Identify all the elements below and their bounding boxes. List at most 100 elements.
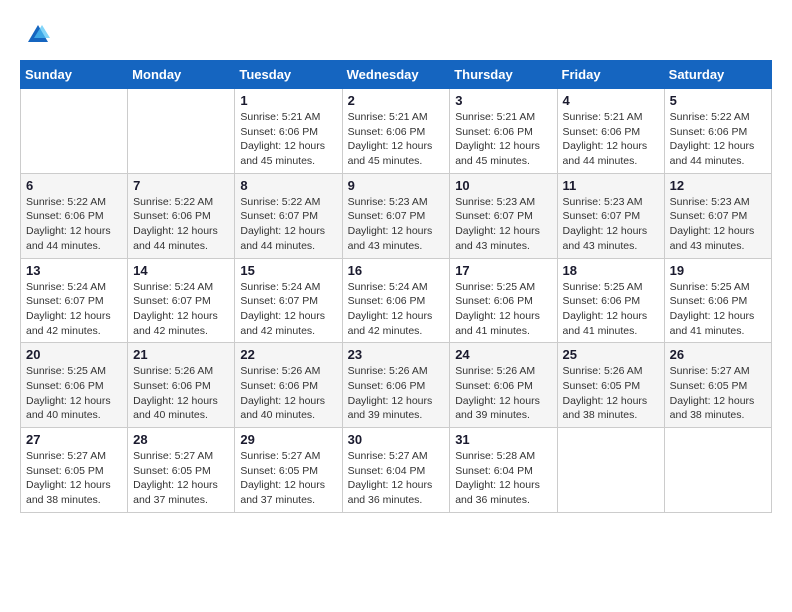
calendar-cell: 25Sunrise: 5:26 AMSunset: 6:05 PMDayligh… (557, 343, 664, 428)
calendar-cell: 9 Sunrise: 5:23 AMSunset: 6:07 PMDaylight… (342, 173, 450, 258)
day-number: 29 (240, 432, 336, 447)
day-number: 30 (348, 432, 445, 447)
day-number: 20 (26, 347, 122, 362)
day-number: 1 (240, 93, 336, 108)
day-info: Sunrise: 5:22 AMSunset: 6:06 PMDaylight:… (670, 110, 766, 169)
day-info: Sunrise: 5:27 AMSunset: 6:05 PMDaylight:… (240, 449, 336, 508)
day-number: 5 (670, 93, 766, 108)
day-info: Sunrise: 5:22 AMSunset: 6:06 PMDaylight:… (133, 195, 229, 254)
calendar-cell (664, 428, 771, 513)
day-info: Sunrise: 5:23 AMSunset: 6:07 PMDaylight:… (670, 195, 766, 254)
calendar-body: 1 Sunrise: 5:21 AMSunset: 6:06 PMDaylight… (21, 89, 772, 513)
day-number: 24 (455, 347, 551, 362)
calendar-header-wednesday: Wednesday (342, 61, 450, 89)
day-info: Sunrise: 5:21 AMSunset: 6:06 PMDaylight:… (348, 110, 445, 169)
day-number: 8 (240, 178, 336, 193)
day-info: Sunrise: 5:24 AMSunset: 6:07 PMDaylight:… (133, 280, 229, 339)
day-info: Sunrise: 5:26 AMSunset: 6:05 PMDaylight:… (563, 364, 659, 423)
day-info: Sunrise: 5:26 AMSunset: 6:06 PMDaylight:… (133, 364, 229, 423)
day-number: 31 (455, 432, 551, 447)
day-info: Sunrise: 5:24 AMSunset: 6:07 PMDaylight:… (240, 280, 336, 339)
calendar-week-5: 27 Sunrise: 5:27 AMSunset: 6:05 PMDayligh… (21, 428, 772, 513)
day-number: 11 (563, 178, 659, 193)
calendar-cell: 28Sunrise: 5:27 AMSunset: 6:05 PMDayligh… (128, 428, 235, 513)
calendar-cell: 29 Sunrise: 5:27 AMSunset: 6:05 PMDayligh… (235, 428, 342, 513)
day-info: Sunrise: 5:27 AMSunset: 6:05 PMDaylight:… (26, 449, 122, 508)
calendar-header-friday: Friday (557, 61, 664, 89)
calendar-cell: 18 Sunrise: 5:25 AMSunset: 6:06 PMDayligh… (557, 258, 664, 343)
day-info: Sunrise: 5:24 AMSunset: 6:06 PMDaylight:… (348, 280, 445, 339)
calendar-cell: 21 Sunrise: 5:26 AMSunset: 6:06 PMDayligh… (128, 343, 235, 428)
day-info: Sunrise: 5:23 AMSunset: 6:07 PMDaylight:… (455, 195, 551, 254)
calendar-cell: 30 Sunrise: 5:27 AMSunset: 6:04 PMDayligh… (342, 428, 450, 513)
calendar-cell: 8 Sunrise: 5:22 AMSunset: 6:07 PMDaylight… (235, 173, 342, 258)
calendar-week-3: 13 Sunrise: 5:24 AMSunset: 6:07 PMDayligh… (21, 258, 772, 343)
calendar-cell (128, 89, 235, 174)
day-info: Sunrise: 5:25 AMSunset: 6:06 PMDaylight:… (455, 280, 551, 339)
day-info: Sunrise: 5:23 AMSunset: 6:07 PMDaylight:… (563, 195, 659, 254)
day-number: 22 (240, 347, 336, 362)
day-number: 23 (348, 347, 445, 362)
calendar-cell: 31 Sunrise: 5:28 AMSunset: 6:04 PMDayligh… (450, 428, 557, 513)
day-info: Sunrise: 5:22 AMSunset: 6:07 PMDaylight:… (240, 195, 336, 254)
day-number: 9 (348, 178, 445, 193)
calendar-cell: 16 Sunrise: 5:24 AMSunset: 6:06 PMDayligh… (342, 258, 450, 343)
calendar-cell: 11 Sunrise: 5:23 AMSunset: 6:07 PMDayligh… (557, 173, 664, 258)
calendar-header-monday: Monday (128, 61, 235, 89)
calendar-cell: 15 Sunrise: 5:24 AMSunset: 6:07 PMDayligh… (235, 258, 342, 343)
calendar-cell: 17 Sunrise: 5:25 AMSunset: 6:06 PMDayligh… (450, 258, 557, 343)
calendar-cell: 22 Sunrise: 5:26 AMSunset: 6:06 PMDayligh… (235, 343, 342, 428)
calendar-cell: 26Sunrise: 5:27 AMSunset: 6:05 PMDayligh… (664, 343, 771, 428)
day-number: 10 (455, 178, 551, 193)
calendar-week-2: 6 Sunrise: 5:22 AMSunset: 6:06 PMDaylight… (21, 173, 772, 258)
calendar-header-thursday: Thursday (450, 61, 557, 89)
day-info: Sunrise: 5:28 AMSunset: 6:04 PMDaylight:… (455, 449, 551, 508)
day-number: 18 (563, 263, 659, 278)
day-info: Sunrise: 5:26 AMSunset: 6:06 PMDaylight:… (240, 364, 336, 423)
day-number: 4 (563, 93, 659, 108)
calendar-cell: 6 Sunrise: 5:22 AMSunset: 6:06 PMDaylight… (21, 173, 128, 258)
calendar: SundayMondayTuesdayWednesdayThursdayFrid… (20, 60, 772, 513)
day-number: 2 (348, 93, 445, 108)
calendar-cell: 19Sunrise: 5:25 AMSunset: 6:06 PMDayligh… (664, 258, 771, 343)
day-info: Sunrise: 5:21 AMSunset: 6:06 PMDaylight:… (240, 110, 336, 169)
day-number: 16 (348, 263, 445, 278)
day-info: Sunrise: 5:27 AMSunset: 6:05 PMDaylight:… (133, 449, 229, 508)
day-info: Sunrise: 5:26 AMSunset: 6:06 PMDaylight:… (348, 364, 445, 423)
calendar-cell (21, 89, 128, 174)
calendar-header-saturday: Saturday (664, 61, 771, 89)
calendar-cell: 20 Sunrise: 5:25 AMSunset: 6:06 PMDayligh… (21, 343, 128, 428)
day-number: 6 (26, 178, 122, 193)
day-info: Sunrise: 5:25 AMSunset: 6:06 PMDaylight:… (563, 280, 659, 339)
day-info: Sunrise: 5:24 AMSunset: 6:07 PMDaylight:… (26, 280, 122, 339)
day-info: Sunrise: 5:25 AMSunset: 6:06 PMDaylight:… (26, 364, 122, 423)
day-number: 27 (26, 432, 122, 447)
calendar-header-sunday: Sunday (21, 61, 128, 89)
calendar-cell: 1 Sunrise: 5:21 AMSunset: 6:06 PMDaylight… (235, 89, 342, 174)
calendar-cell: 27 Sunrise: 5:27 AMSunset: 6:05 PMDayligh… (21, 428, 128, 513)
calendar-cell: 14 Sunrise: 5:24 AMSunset: 6:07 PMDayligh… (128, 258, 235, 343)
day-number: 21 (133, 347, 229, 362)
calendar-header-tuesday: Tuesday (235, 61, 342, 89)
calendar-cell: 3 Sunrise: 5:21 AMSunset: 6:06 PMDaylight… (450, 89, 557, 174)
day-info: Sunrise: 5:23 AMSunset: 6:07 PMDaylight:… (348, 195, 445, 254)
day-number: 26 (670, 347, 766, 362)
calendar-cell: 12Sunrise: 5:23 AMSunset: 6:07 PMDayligh… (664, 173, 771, 258)
calendar-cell (557, 428, 664, 513)
day-info: Sunrise: 5:27 AMSunset: 6:04 PMDaylight:… (348, 449, 445, 508)
day-info: Sunrise: 5:22 AMSunset: 6:06 PMDaylight:… (26, 195, 122, 254)
day-info: Sunrise: 5:21 AMSunset: 6:06 PMDaylight:… (563, 110, 659, 169)
calendar-cell: 13 Sunrise: 5:24 AMSunset: 6:07 PMDayligh… (21, 258, 128, 343)
day-number: 15 (240, 263, 336, 278)
calendar-week-1: 1 Sunrise: 5:21 AMSunset: 6:06 PMDaylight… (21, 89, 772, 174)
calendar-cell: 10 Sunrise: 5:23 AMSunset: 6:07 PMDayligh… (450, 173, 557, 258)
day-number: 3 (455, 93, 551, 108)
page-header (20, 20, 772, 50)
day-number: 19 (670, 263, 766, 278)
day-number: 7 (133, 178, 229, 193)
day-info: Sunrise: 5:21 AMSunset: 6:06 PMDaylight:… (455, 110, 551, 169)
day-number: 17 (455, 263, 551, 278)
day-info: Sunrise: 5:26 AMSunset: 6:06 PMDaylight:… (455, 364, 551, 423)
day-number: 14 (133, 263, 229, 278)
day-number: 13 (26, 263, 122, 278)
